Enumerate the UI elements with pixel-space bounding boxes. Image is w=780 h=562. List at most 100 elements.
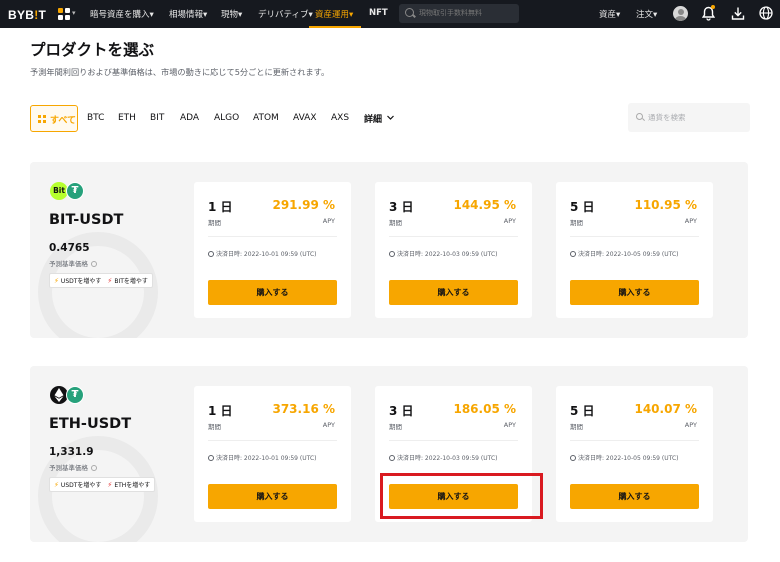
coin-pair-icons: ₮ xyxy=(50,386,90,404)
info-icon[interactable] xyxy=(91,465,97,471)
term-card-1d: 1 日 期間 373.16 % APY 決済日時: 2022-10-01 09:… xyxy=(194,386,351,522)
nav-orders[interactable]: 注文▾ xyxy=(636,8,657,20)
grid-icon xyxy=(38,115,46,123)
apy-rate: 110.95 % xyxy=(634,198,697,212)
page-title: プロダクトを選ぶ xyxy=(30,41,155,59)
search-icon xyxy=(405,8,414,17)
apy-rate: 140.07 % xyxy=(634,402,697,416)
earn-tags: ⚡ USDTを増やす ⚡ ETHを増やす xyxy=(49,477,156,492)
nav-markets[interactable]: 相場情報▾ xyxy=(169,8,207,20)
bolt-icon: ⚡ xyxy=(54,480,59,489)
filter-tab-avax[interactable]: AVAX xyxy=(293,113,316,123)
term-card-5d: 5 日 期間 140.07 % APY 決済日時: 2022-10-05 09:… xyxy=(556,386,713,522)
nav-derivatives[interactable]: デリバティブ▾ xyxy=(258,8,313,20)
term-days: 5 日 xyxy=(570,200,595,214)
user-avatar-icon[interactable] xyxy=(673,6,688,21)
bolt-icon: ⚡ xyxy=(107,480,113,489)
page-subtitle: 予測年間利回りおよび基準価格は、市場の動きに応じて5分ごとに更新されます。 xyxy=(30,67,330,77)
reference-price-label: 予測基準価格 xyxy=(49,462,97,472)
clock-icon xyxy=(208,455,214,461)
settlement-time: 決済日時: 2022-10-01 09:59 (UTC) xyxy=(208,249,316,258)
divider xyxy=(208,440,337,441)
download-icon[interactable] xyxy=(731,6,745,21)
divider xyxy=(389,236,518,237)
pair-name: ETH-USDT xyxy=(49,416,132,432)
tag-grow-usdt: ⚡ USDTを増やす xyxy=(54,276,102,286)
term-card-1d: 1 日 期間 291.99 % APY 決済日時: 2022-10-01 09:… xyxy=(194,182,351,318)
divider xyxy=(208,236,337,237)
settlement-time: 決済日時: 2022-10-03 09:59 (UTC) xyxy=(389,453,497,462)
buy-button[interactable]: 購入する xyxy=(570,280,699,305)
pair-name: BIT-USDT xyxy=(49,212,124,228)
term-period-label: 期間 xyxy=(570,219,583,227)
highlight-box xyxy=(380,473,543,519)
buy-button[interactable]: 購入する xyxy=(570,484,699,509)
filter-tab-eth[interactable]: ETH xyxy=(118,113,136,123)
filter-more-dropdown[interactable]: 詳細 xyxy=(364,112,382,125)
bolt-icon: ⚡ xyxy=(54,276,59,285)
reference-price-label: 予測基準価格 xyxy=(49,258,97,268)
settlement-time: 決済日時: 2022-10-01 09:59 (UTC) xyxy=(208,453,316,462)
nav-spot[interactable]: 現物▾ xyxy=(221,8,242,20)
reference-price: 1,331.9 xyxy=(49,446,94,458)
apy-label: APY xyxy=(684,217,697,225)
bolt-icon: ⚡ xyxy=(107,276,113,285)
filter-tab-axs[interactable]: AXS xyxy=(331,113,349,123)
product-panel-bit-usdt: Bit ₮ BIT-USDT 0.4765 予測基準価格 ⚡ USDTを増やす ⚡… xyxy=(30,162,748,338)
settlement-time: 決済日時: 2022-10-03 09:59 (UTC) xyxy=(389,249,497,258)
filter-tab-bit[interactable]: BIT xyxy=(150,113,164,123)
buy-button[interactable]: 購入する xyxy=(208,484,337,509)
nav-buy-crypto[interactable]: 暗号資産を購入▾ xyxy=(90,8,154,20)
apy-rate: 186.05 % xyxy=(453,402,516,416)
apy-rate: 144.95 % xyxy=(453,198,516,212)
grid-menu-icon[interactable] xyxy=(58,8,70,20)
coin-pair-icons: Bit ₮ xyxy=(50,182,90,200)
term-days: 1 日 xyxy=(208,404,233,418)
coin-search-input[interactable]: 通貨を検索 xyxy=(628,103,750,132)
coin-search-placeholder: 通貨を検索 xyxy=(648,113,686,122)
bybit-logo[interactable]: BYB!T xyxy=(8,8,46,22)
apy-rate: 373.16 % xyxy=(272,402,335,416)
term-card-5d: 5 日 期間 110.95 % APY 決済日時: 2022-10-05 09:… xyxy=(556,182,713,318)
nav-nft[interactable]: NFT xyxy=(369,8,388,18)
term-period-label: 期間 xyxy=(208,219,221,227)
chevron-down-icon[interactable] xyxy=(386,113,395,122)
term-days: 3 日 xyxy=(389,200,414,214)
filter-tab-btc[interactable]: BTC xyxy=(87,113,104,123)
notification-dot xyxy=(711,5,715,9)
chevron-down-icon: ▾ xyxy=(72,9,76,17)
search-icon xyxy=(636,113,643,120)
filter-tab-all-label: すべて xyxy=(50,116,77,126)
tether-icon: ₮ xyxy=(66,182,84,200)
clock-icon xyxy=(570,455,576,461)
divider xyxy=(570,236,699,237)
nav-earn[interactable]: 資産運用▾ xyxy=(315,8,353,20)
globe-icon[interactable] xyxy=(759,6,773,20)
top-nav: BYB!T ▾ 暗号資産を購入▾ 相場情報▾ 現物▾ デリバティブ▾ 資産運用▾… xyxy=(0,0,780,28)
reference-price: 0.4765 xyxy=(49,242,90,254)
settlement-time: 決済日時: 2022-10-05 09:59 (UTC) xyxy=(570,453,678,462)
info-icon[interactable] xyxy=(91,261,97,267)
tether-icon: ₮ xyxy=(66,386,84,404)
filter-tab-ada[interactable]: ADA xyxy=(180,113,199,123)
filter-tab-all[interactable]: すべて xyxy=(30,105,78,132)
term-period-label: 期間 xyxy=(389,219,402,227)
apy-label: APY xyxy=(503,421,516,429)
apy-label: APY xyxy=(322,217,335,225)
filter-tab-atom[interactable]: ATOM xyxy=(253,113,279,123)
buy-button[interactable]: 購入する xyxy=(389,280,518,305)
buy-button[interactable]: 購入する xyxy=(208,280,337,305)
filter-tab-algo[interactable]: ALGO xyxy=(214,113,239,123)
term-period-label: 期間 xyxy=(208,423,221,431)
clock-icon xyxy=(570,251,576,257)
divider xyxy=(570,440,699,441)
nav-search-input[interactable]: 現物取引手数料無料 xyxy=(399,4,519,23)
term-period-label: 期間 xyxy=(570,423,583,431)
term-card-3d: 3 日 期間 144.95 % APY 決済日時: 2022-10-03 09:… xyxy=(375,182,532,318)
divider xyxy=(389,440,518,441)
tag-grow-coin: ⚡ BITを増やす xyxy=(107,276,148,286)
apy-rate: 291.99 % xyxy=(272,198,335,212)
apy-label: APY xyxy=(684,421,697,429)
term-days: 3 日 xyxy=(389,404,414,418)
nav-assets[interactable]: 資産▾ xyxy=(599,8,620,20)
